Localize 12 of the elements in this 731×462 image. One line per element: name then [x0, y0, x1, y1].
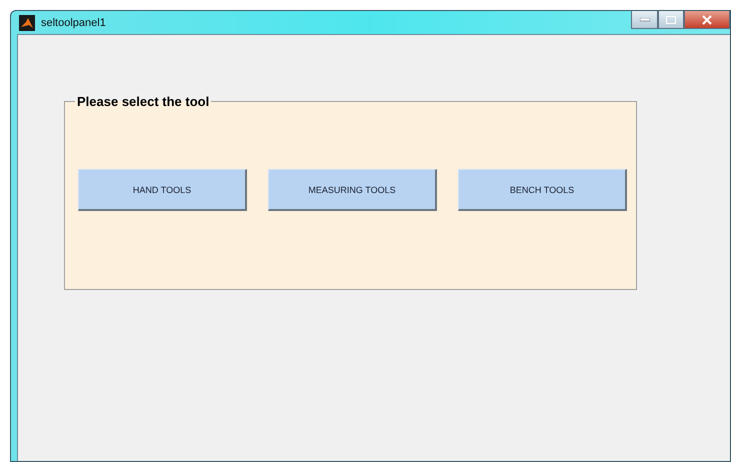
window-title: seltoolpanel1 [41, 16, 106, 28]
maximize-icon [666, 16, 676, 24]
tool-button[interactable]: HAND TOOLS [78, 169, 247, 211]
close-button[interactable] [684, 11, 730, 29]
maximize-button[interactable] [658, 11, 684, 29]
minimize-icon [640, 18, 650, 22]
tool-button[interactable]: MEASURING TOOLS [268, 169, 437, 211]
tool-button[interactable]: BENCH TOOLS [458, 169, 627, 211]
app-icon [19, 14, 35, 30]
close-icon [702, 14, 712, 24]
minimize-button[interactable] [631, 11, 658, 29]
panel-title: Please select the tool [76, 94, 210, 109]
